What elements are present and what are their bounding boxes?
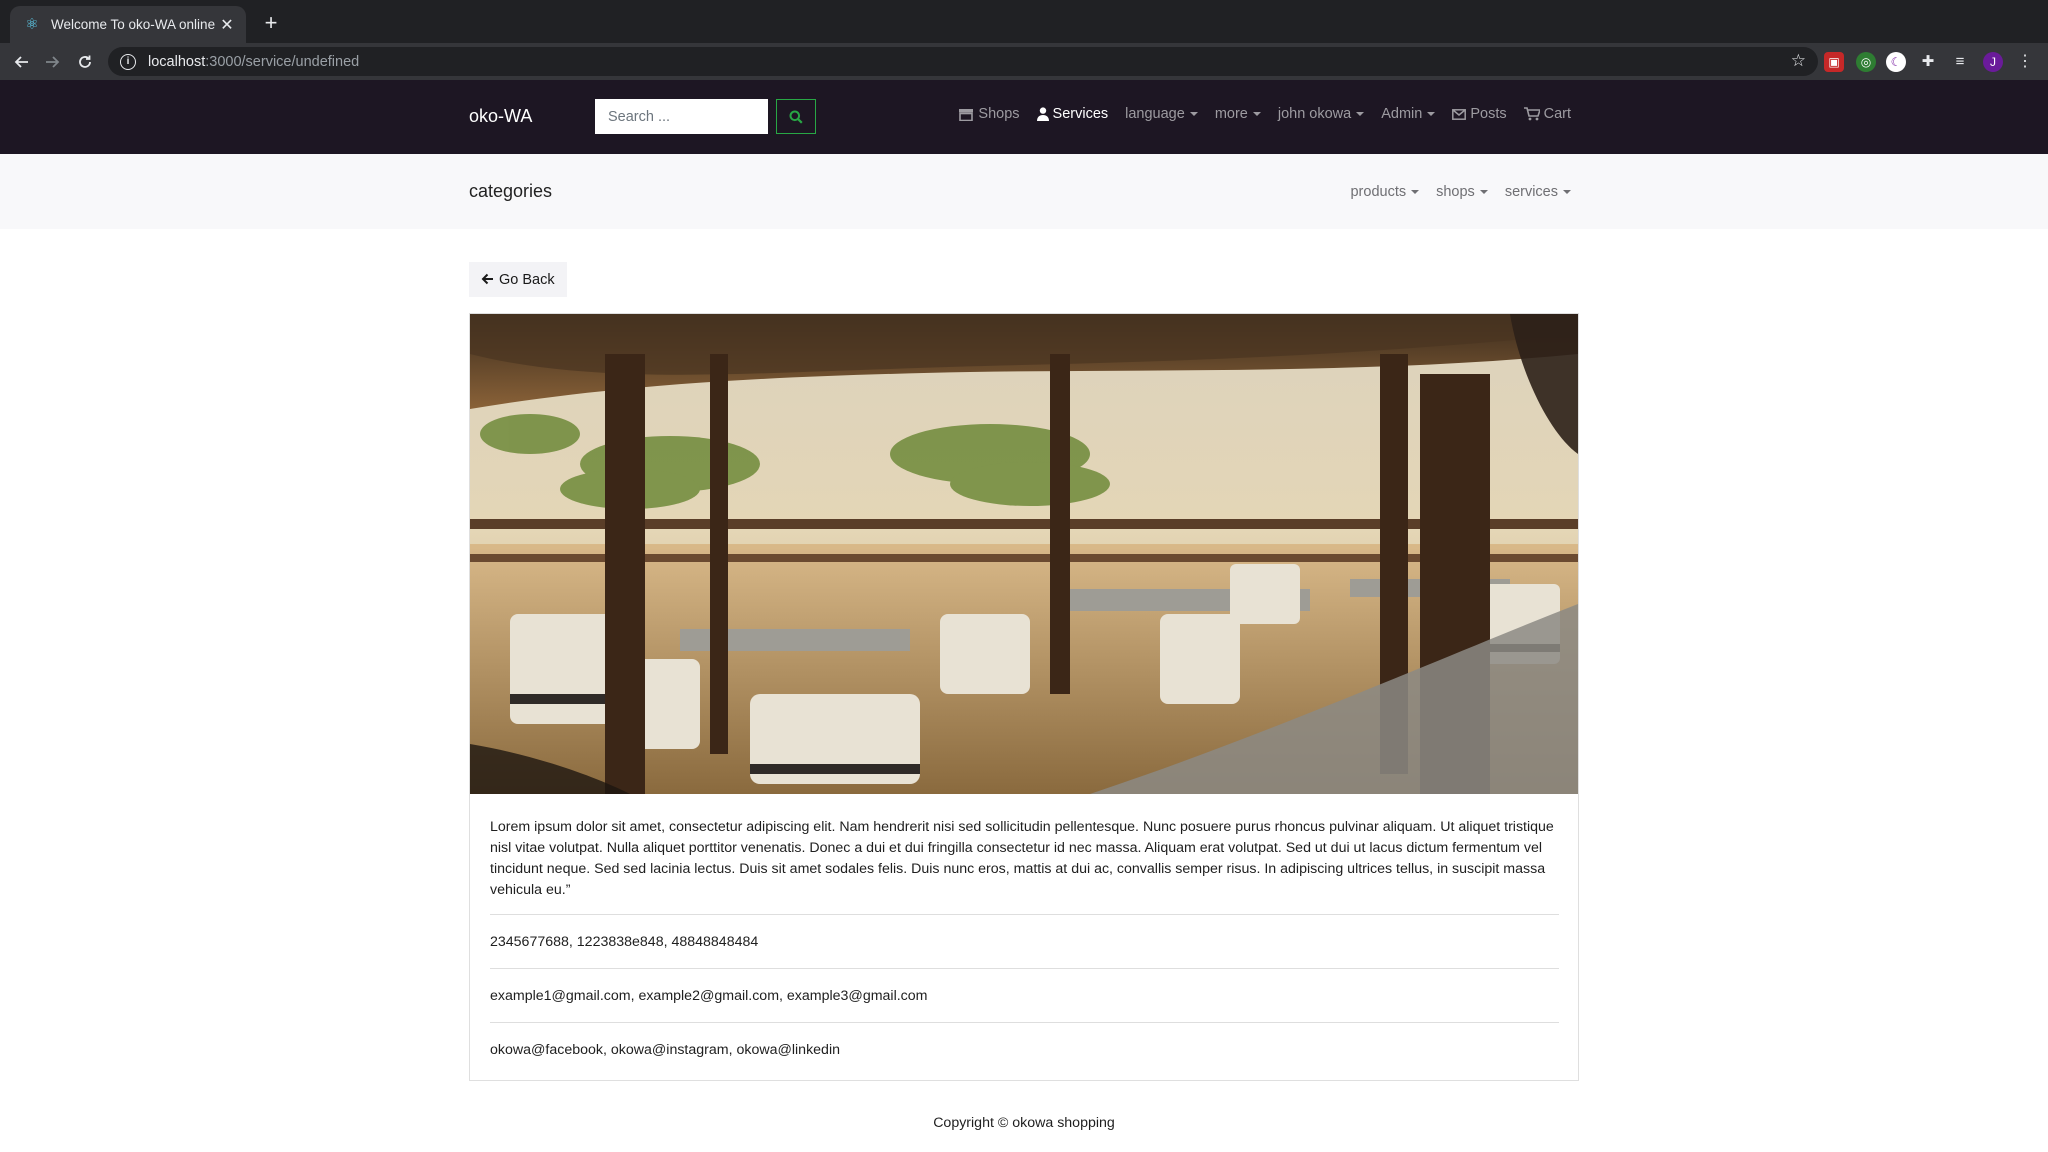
new-tab-button[interactable]: + — [258, 10, 284, 36]
service-emails: example1@gmail.com, example2@gmail.com, … — [490, 988, 928, 1004]
category-shops-label: shops — [1436, 184, 1475, 200]
service-phones: 2345677688, 1223838e848, 48848848484 — [490, 934, 759, 950]
back-button[interactable] — [8, 49, 34, 75]
main-nav: Shops Services language more john okowa … — [958, 106, 1571, 122]
envelope-icon — [1452, 108, 1467, 120]
divider — [490, 914, 1559, 915]
user-tie-icon — [1036, 107, 1049, 121]
search-input[interactable] — [595, 99, 768, 134]
categories-menu: products shops services — [1350, 184, 1571, 200]
search-button[interactable] — [776, 99, 816, 134]
chevron-down-icon — [1479, 190, 1488, 194]
nav-posts[interactable]: Posts — [1452, 106, 1507, 122]
site-info-icon[interactable]: i — [120, 53, 136, 70]
nav-shops[interactable]: Shops — [958, 106, 1020, 122]
category-services-dropdown[interactable]: services — [1505, 184, 1571, 200]
nav-services-label: Services — [1052, 106, 1109, 122]
category-products-label: products — [1350, 184, 1407, 200]
reload-button[interactable] — [72, 49, 98, 75]
url-path: :3000/service/undefined — [205, 53, 360, 70]
nav-admin-dropdown[interactable]: Admin — [1381, 106, 1436, 122]
chevron-down-icon — [1411, 190, 1420, 194]
cart-icon — [1523, 107, 1540, 121]
categories-bar: categories products shops services — [0, 154, 2048, 229]
service-image — [470, 314, 1578, 794]
nav-language-label: language — [1125, 106, 1185, 122]
service-description: Lorem ipsum dolor sit amet, consectetur … — [490, 819, 1554, 898]
chevron-down-icon — [1563, 190, 1571, 194]
url-host: localhost — [148, 53, 206, 70]
nav-more-dropdown[interactable]: more — [1215, 106, 1261, 122]
category-shops-dropdown[interactable]: shops — [1436, 184, 1488, 200]
extension-red-icon[interactable]: ▣ — [1824, 52, 1844, 72]
category-products-dropdown[interactable]: products — [1350, 184, 1420, 200]
react-favicon-icon: ⚛ — [25, 15, 39, 33]
extension-moon-icon[interactable]: ☾ — [1886, 52, 1906, 72]
search-icon — [789, 110, 803, 124]
nav-shops-label: Shops — [978, 106, 1020, 122]
media-queue-icon[interactable]: ≡ — [1950, 52, 1970, 72]
service-card: Lorem ipsum dolor sit amet, consectetur … — [469, 313, 1579, 1081]
divider — [490, 968, 1559, 969]
go-back-label: Go Back — [499, 271, 555, 288]
nav-posts-label: Posts — [1470, 106, 1507, 122]
chevron-down-icon — [1189, 112, 1198, 116]
nav-services[interactable]: Services — [1036, 106, 1109, 122]
site-navbar: oko-WA Shops Services language more john… — [0, 80, 2048, 154]
chevron-down-icon — [1427, 112, 1436, 116]
browser-tab-strip: ⚛ Welcome To oko-WA online St ✕ + — [0, 0, 2048, 43]
browser-toolbar: i localhost :3000/service/undefined ☆ ▣ … — [0, 43, 2048, 80]
forward-button[interactable] — [40, 49, 66, 75]
nav-user-dropdown[interactable]: john okowa — [1277, 106, 1365, 122]
go-back-button[interactable]: Go Back — [469, 262, 567, 297]
categories-title[interactable]: categories — [469, 181, 552, 202]
nav-cart[interactable]: Cart — [1523, 106, 1571, 122]
extension-green-circle-icon[interactable]: ◎ — [1856, 52, 1876, 72]
category-services-label: services — [1504, 184, 1558, 200]
address-bar[interactable]: i localhost :3000/service/undefined ☆ — [108, 47, 1818, 76]
close-tab-icon[interactable]: ✕ — [218, 15, 236, 35]
back-arrow-icon — [14, 56, 28, 68]
nav-admin-label: Admin — [1381, 106, 1423, 122]
bookmark-star-icon[interactable]: ☆ — [1791, 51, 1806, 71]
reload-icon — [79, 55, 91, 68]
nav-language-dropdown[interactable]: language — [1125, 106, 1198, 122]
forward-arrow-icon — [46, 56, 60, 68]
browser-tab[interactable]: ⚛ Welcome To oko-WA online St ✕ — [10, 6, 246, 43]
tab-title: Welcome To oko-WA online St — [51, 17, 218, 32]
chevron-down-icon — [1356, 112, 1365, 116]
service-socials: okowa@facebook, okowa@instagram, okowa@l… — [490, 1042, 840, 1058]
divider — [490, 1022, 1559, 1023]
brand-logo[interactable]: oko-WA — [469, 106, 532, 127]
arrow-left-icon — [481, 272, 494, 288]
nav-user-label: john okowa — [1277, 106, 1352, 122]
store-icon — [959, 108, 974, 121]
browser-menu-icon[interactable]: ⋮ — [2015, 52, 2035, 72]
footer-copyright: Copyright © okowa shopping — [933, 1115, 1115, 1131]
extensions-puzzle-icon[interactable]: ✚ — [1918, 52, 1938, 72]
nav-more-label: more — [1214, 106, 1248, 122]
profile-avatar[interactable]: J — [1983, 52, 2003, 72]
nav-cart-label: Cart — [1543, 106, 1571, 122]
chevron-down-icon — [1252, 112, 1261, 116]
